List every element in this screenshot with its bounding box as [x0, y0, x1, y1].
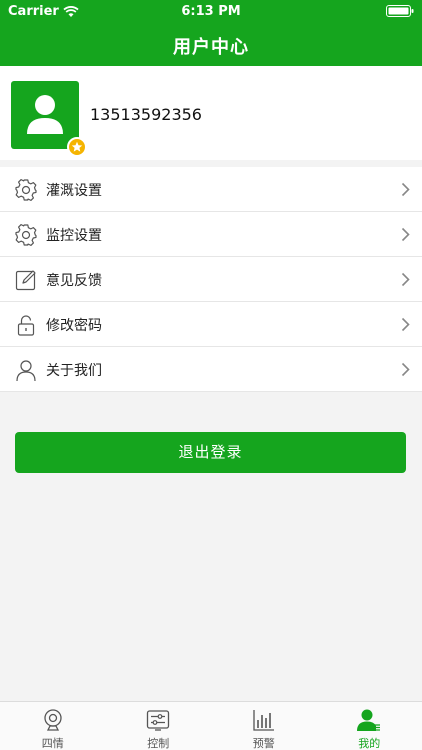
- page-title: 用户中心: [173, 37, 249, 58]
- chevron-right-icon: [401, 362, 410, 377]
- tab-label: 四情: [41, 737, 64, 750]
- clock: 6:13 PM: [181, 4, 241, 19]
- star-badge-icon: [67, 137, 87, 157]
- menu-item-label: 关于我们: [46, 363, 102, 379]
- tab-conditions[interactable]: 四情: [0, 702, 106, 750]
- lock-icon: [17, 315, 35, 336]
- chevron-right-icon: [401, 227, 410, 242]
- header: Carrier 6:13 PM 用户中心: [0, 0, 422, 66]
- tab-label: 预警: [252, 737, 275, 750]
- sliders-icon: [147, 710, 170, 731]
- tab-label: 我的: [358, 737, 381, 750]
- user-placeholder-icon: [27, 95, 63, 134]
- avatar[interactable]: [11, 81, 79, 149]
- menu-item-about-us[interactable]: 关于我们: [0, 347, 422, 392]
- gear-icon: [15, 179, 37, 201]
- profile-card[interactable]: 13513592356: [0, 66, 422, 160]
- menu-item-irrigation-settings[interactable]: 灌溉设置: [0, 167, 422, 212]
- battery-icon: [386, 5, 414, 21]
- edit-icon: [15, 270, 36, 291]
- settings-menu: 灌溉设置 监控设置 意见反馈 修改密码 关于我们: [0, 167, 422, 392]
- bar-chart-icon: [253, 710, 274, 731]
- tab-alerts[interactable]: 预警: [211, 702, 317, 750]
- tab-control[interactable]: 控制: [106, 702, 212, 750]
- menu-item-label: 意见反馈: [46, 273, 102, 289]
- person-icon: [16, 360, 36, 382]
- chevron-right-icon: [401, 272, 410, 287]
- menu-item-label: 修改密码: [46, 318, 102, 334]
- phone-number: 13513592356: [90, 105, 202, 124]
- tab-bar: 四情 控制 预警 我的: [0, 701, 422, 750]
- menu-item-feedback[interactable]: 意见反馈: [0, 257, 422, 302]
- chevron-right-icon: [401, 317, 410, 332]
- camera-icon: [44, 709, 62, 731]
- menu-item-label: 监控设置: [46, 228, 102, 244]
- logout-button[interactable]: 退出登录: [15, 432, 406, 473]
- chevron-right-icon: [401, 182, 410, 197]
- user-icon: [357, 709, 381, 731]
- tab-label: 控制: [147, 737, 170, 750]
- tab-mine[interactable]: 我的: [317, 702, 422, 750]
- menu-item-monitoring-settings[interactable]: 监控设置: [0, 212, 422, 257]
- gear-icon: [15, 224, 37, 246]
- menu-item-label: 灌溉设置: [46, 183, 102, 199]
- status-bar: Carrier 6:13 PM: [0, 0, 422, 22]
- menu-item-change-password[interactable]: 修改密码: [0, 302, 422, 347]
